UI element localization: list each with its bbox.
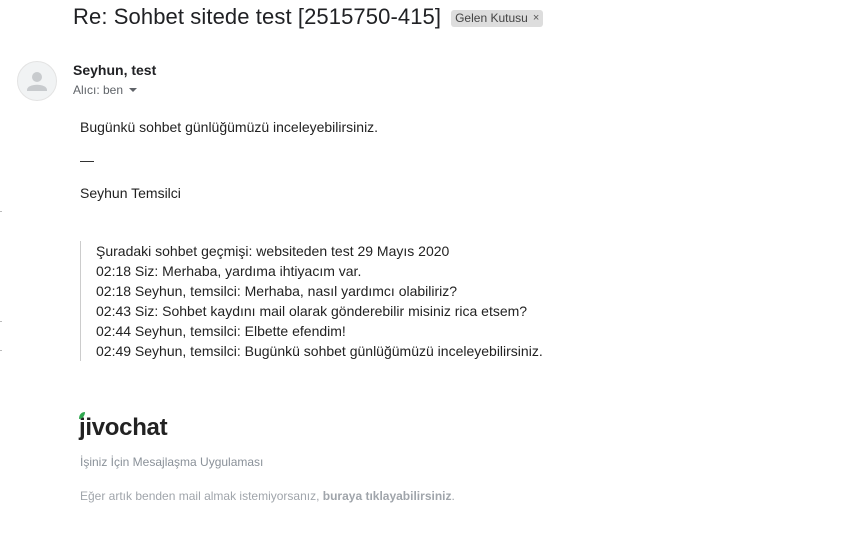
message-body-line: Bugünkü sohbet günlüğümüzü inceleyebilir… — [80, 119, 379, 135]
recipient-text: Alıcı: ben — [73, 83, 124, 97]
sender-avatar[interactable] — [17, 61, 57, 101]
quote-line: 02:49 Seyhun, temsilci: Bugünkü sohbet g… — [96, 343, 543, 359]
signature-name: Seyhun Temsilci — [80, 185, 181, 201]
logo-text: jivochat — [79, 414, 168, 441]
quote-line: 02:44 Seyhun, temsilci: Elbette efendim! — [96, 323, 346, 339]
recipient-dropdown[interactable]: Alıcı: ben — [73, 83, 138, 97]
chevron-down-icon — [129, 88, 138, 92]
remove-label-icon[interactable]: × — [533, 12, 539, 24]
sender-name[interactable]: Seyhun, test — [73, 62, 156, 78]
inbox-label-chip[interactable]: Gelen Kutusu × — [451, 10, 544, 27]
email-subject: Re: Sohbet sitede test [2515750-415] — [73, 4, 442, 29]
edge-marker — [0, 321, 2, 322]
unsubscribe-link[interactable]: buraya tıklayabilirsiniz — [323, 489, 452, 503]
quote-line: Şuradaki sohbet geçmişi: websiteden test… — [96, 243, 450, 259]
person-icon — [27, 72, 47, 91]
footer-tagline: İşiniz İçin Mesajlaşma Uygulaması — [80, 455, 264, 469]
edge-marker — [0, 211, 2, 212]
quote-line: 02:43 Siz: Sohbet kaydını mail olarak gö… — [96, 303, 528, 319]
inbox-label-text: Gelen Kutusu — [455, 11, 528, 25]
quote-line: 02:18 Siz: Merhaba, yardıma ihtiyacım va… — [96, 263, 362, 279]
unsubscribe-notice: Eğer artık benden mail almak istemiyorsa… — [80, 489, 455, 503]
signature-separator: — — [80, 152, 94, 168]
jivochat-logo[interactable]: jivochat — [79, 412, 168, 442]
edge-marker — [0, 350, 2, 351]
unsubscribe-end: . — [451, 489, 455, 503]
subject-row: Re: Sohbet sitede test [2515750-415] Gel… — [73, 4, 544, 30]
quote-line: 02:18 Seyhun, temsilci: Merhaba, nasıl y… — [96, 283, 458, 299]
leaf-icon — [79, 412, 85, 419]
quoted-chat-history: Şuradaki sohbet geçmişi: websiteden test… — [80, 241, 543, 361]
unsubscribe-text: Eğer artık benden mail almak istemiyorsa… — [80, 489, 323, 503]
